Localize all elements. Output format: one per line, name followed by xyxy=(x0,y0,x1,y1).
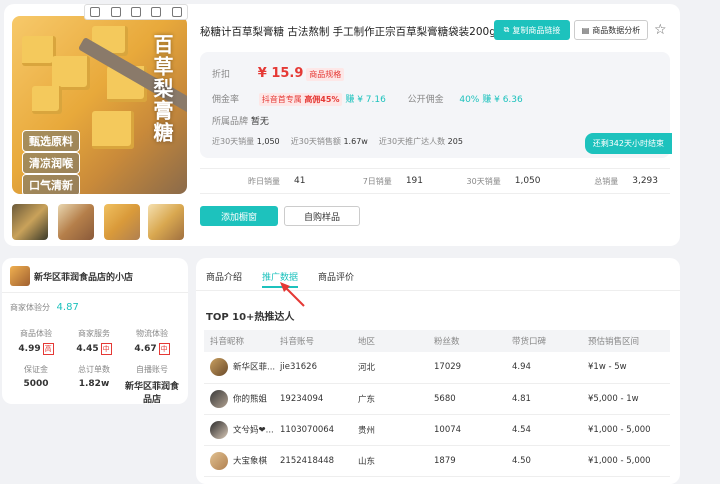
shop-stat: 商家服务 4.45 中 xyxy=(76,329,112,355)
image-tag: 清凉润喉 xyxy=(22,152,80,174)
shop-card: 新华区菲润食品店的小店 商家体验分 4.87 商品体验 4.99 高 商家服务 4.4… xyxy=(2,258,188,405)
sales-stat: 总销量 3,293 xyxy=(594,175,658,186)
thumbnail[interactable] xyxy=(148,204,184,240)
shop-stat: 商品体验 4.99 高 xyxy=(18,329,54,355)
shop-score: 4.87 xyxy=(56,302,79,313)
image-tag: 甄选原料 xyxy=(22,130,80,152)
brand-label: 所属品牌 xyxy=(212,117,249,127)
shop-stat: 总订单数 1.82w xyxy=(78,365,110,389)
thumbnail[interactable] xyxy=(104,204,140,240)
analysis-label: 商品数据分析 xyxy=(592,25,641,35)
image-toolbar xyxy=(84,4,188,20)
shop-name[interactable]: 新华区菲润食品店的小店 xyxy=(34,270,133,283)
product-price: ¥ 15.9 xyxy=(257,66,304,81)
sold30-label: 近30天销量 xyxy=(212,137,255,146)
avatar xyxy=(210,389,228,408)
public-earn-amount: 赚 ¥ 6.36 xyxy=(482,95,523,105)
shop-avatar xyxy=(10,266,30,286)
thumbnail[interactable] xyxy=(58,204,94,240)
sales30-label: 近30天销售额 xyxy=(290,137,341,146)
product-card: 百草梨膏糖 甄选原料 清凉润喉 口气清新 秘糖计百草梨膏糖 古法熬制 手工制作正… xyxy=(4,4,680,246)
sold30-value: 1,050 xyxy=(256,137,280,146)
pointer-arrow-icon xyxy=(280,282,305,307)
link-icon: ⧉ xyxy=(503,25,510,34)
shop-stat: 物流体验 4.67 中 xyxy=(134,329,170,355)
discount-label: 折扣 xyxy=(212,70,231,80)
sales-stat: 30天销量 1,050 xyxy=(466,175,541,186)
tab-product-reviews[interactable]: 商品评价 xyxy=(318,270,354,288)
spec-tag[interactable]: 商品规格 xyxy=(306,68,345,81)
brand-value: 暂无 xyxy=(250,117,269,127)
shop-score-label: 商家体验分 xyxy=(10,303,50,312)
add-to-showcase-button[interactable]: 添加橱窗 xyxy=(200,206,278,226)
data-analysis-button[interactable]: ▤ 商品数据分析 xyxy=(574,20,648,40)
image-tag: 口气清新 xyxy=(22,174,80,194)
copy-link-label: 复制商品链接 xyxy=(512,25,561,35)
public-commission-rate: 40% xyxy=(459,95,480,105)
commission-label: 佣金率 xyxy=(212,95,240,105)
thumbnail[interactable] xyxy=(12,204,48,240)
table-header: 抖音昵称 抖音账号 地区 粉丝数 带货口碑 预估销售区间 xyxy=(204,330,670,352)
buy-sample-button[interactable]: 自购样品 xyxy=(284,206,360,226)
chart-icon: ▤ xyxy=(581,25,590,35)
promoters30-value: 205 xyxy=(447,137,463,146)
favorite-star-icon[interactable]: ☆ xyxy=(654,22,667,38)
shop-stat: 自播账号 新华区菲润食品店 xyxy=(124,365,179,405)
avatar xyxy=(210,358,228,377)
avatar xyxy=(210,420,228,439)
table-row[interactable]: 大宝象棋 2152418448 山东 1879 4.50 ¥1,000 - 5,000 xyxy=(204,445,670,477)
expand-icon[interactable] xyxy=(110,7,121,17)
product-main-image[interactable]: 百草梨膏糖 甄选原料 清凉润喉 口气清新 xyxy=(12,16,187,194)
detail-card: 商品介绍 推广数据 商品评价 TOP 10+热推达人 抖音昵称 抖音账号 地区 … xyxy=(196,258,680,484)
table-row[interactable]: 文兮妈❤... 1103070064 贵州 10074 4.54 ¥1,000 - 5,… xyxy=(204,414,670,446)
earn-amount: 赚 ¥ 7.16 xyxy=(345,95,386,105)
commission-info-box: 折扣 ¥ 15.9 商品规格 佣金率 抖音首专属 高佣45% 赚 ¥ 7.16 … xyxy=(200,52,672,158)
save-icon[interactable] xyxy=(130,7,141,17)
sales-stat: 7日销量 191 xyxy=(362,175,423,186)
table-row[interactable]: 新华区菲... jie31626 河北 17029 4.94 ¥1w - 5w xyxy=(204,352,670,384)
exclusive-badge: 抖音首专属 高佣45% xyxy=(258,93,343,106)
promoters30-label: 近30天推广达人数 xyxy=(378,137,446,146)
product-title: 秘糖计百草梨膏糖 古法熬制 手工制作正宗百草梨膏糖袋装200g xyxy=(200,26,496,38)
sales30-value: 1.67w xyxy=(343,137,368,146)
sales-summary: 昨日销量 41 7日销量 191 30天销量 1,050 总销量 3,293 xyxy=(200,168,670,194)
shop-stat: 保证金 5000 xyxy=(23,365,49,389)
public-commission-label: 公开佣金 xyxy=(407,95,444,105)
sales-stat: 昨日销量 41 xyxy=(248,175,306,186)
top-promoters-table: 抖音昵称 抖音账号 地区 粉丝数 带货口碑 预估销售区间 新华区菲... jie… xyxy=(204,330,670,477)
settings-icon[interactable] xyxy=(171,7,182,17)
tab-product-intro[interactable]: 商品介绍 xyxy=(206,270,242,288)
table-row[interactable]: 你的熊姐 19234094 广东 5680 4.81 ¥5,000 - 1w xyxy=(204,383,670,415)
crop-icon[interactable] xyxy=(90,7,101,17)
section-title: TOP 10+热推达人 xyxy=(206,312,295,323)
countdown-badge: 还剩342天小时结束 xyxy=(584,133,672,154)
avatar xyxy=(210,451,228,470)
image-brand-text: 百草梨膏糖 xyxy=(150,34,174,144)
share-icon[interactable] xyxy=(151,7,162,17)
copy-link-button[interactable]: ⧉ 复制商品链接 xyxy=(494,20,570,40)
